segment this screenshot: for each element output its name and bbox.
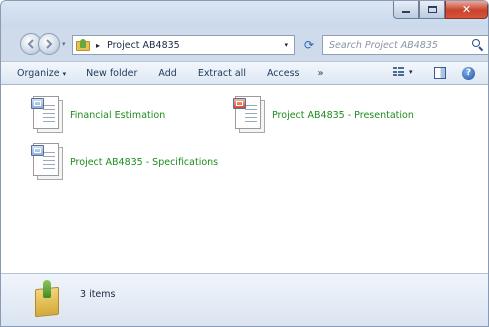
title-bar[interactable]: ✕ — [1, 1, 488, 27]
word-document-icon — [31, 143, 64, 181]
file-item[interactable]: Financial Estimation — [31, 96, 165, 134]
powerpoint-document-icon — [233, 96, 266, 134]
extract-all-button[interactable]: Extract all — [198, 68, 246, 79]
views-dropdown-icon[interactable]: ▾ — [409, 68, 413, 76]
refresh-icon: ⟳ — [303, 38, 315, 52]
close-button[interactable]: ✕ — [445, 1, 488, 19]
file-item[interactable]: Project AB4835 - Specifications — [31, 143, 218, 181]
preview-pane-icon[interactable] — [434, 67, 446, 79]
minimize-icon — [402, 11, 410, 13]
file-name[interactable]: Project AB4835 - Presentation — [272, 110, 414, 121]
file-name[interactable]: Financial Estimation — [70, 110, 165, 121]
file-list[interactable]: Financial Estimation Project AB4835 - Pr… — [1, 85, 488, 273]
address-dropdown-icon[interactable]: ▾ — [284, 41, 288, 49]
more-commands-button[interactable]: » — [318, 68, 324, 79]
forward-button[interactable] — [38, 33, 60, 55]
add-button[interactable]: Add — [158, 68, 176, 79]
word-document-icon — [31, 96, 64, 134]
search-input[interactable]: Search Project AB4835 — [329, 40, 438, 51]
file-item[interactable]: Project AB4835 - Presentation — [233, 96, 414, 134]
close-icon: ✕ — [461, 3, 472, 16]
maximize-icon — [427, 6, 437, 13]
new-folder-button[interactable]: New folder — [86, 68, 137, 79]
details-pane: 3 items — [1, 273, 488, 326]
address-bar[interactable]: ▸ Project AB4835 ▾ — [72, 35, 295, 55]
explorer-window: ✕ ▾ ▸ Project AB4835 ▾ ⟳ Search Project … — [0, 0, 489, 327]
forward-arrow-icon — [46, 39, 53, 49]
help-icon[interactable]: ? — [462, 67, 475, 80]
organize-button[interactable]: Organize ▾ — [17, 68, 66, 79]
access-button[interactable]: Access — [267, 68, 300, 79]
breadcrumb-project[interactable]: Project AB4835 — [107, 40, 180, 51]
caption-buttons: ✕ — [393, 1, 488, 19]
organize-label: Organize — [17, 67, 60, 79]
recent-pages-dropdown[interactable]: ▾ — [62, 40, 66, 48]
library-folder-icon — [76, 39, 90, 51]
item-count: 3 items — [80, 289, 116, 300]
breadcrumb-separator[interactable]: ▸ — [96, 41, 100, 50]
search-icon[interactable] — [472, 39, 484, 52]
file-name[interactable]: Project AB4835 - Specifications — [70, 157, 218, 168]
minimize-button[interactable] — [393, 1, 419, 19]
refresh-button[interactable]: ⟳ — [299, 35, 319, 55]
search-box[interactable]: Search Project AB4835 — [322, 35, 488, 55]
change-view-button[interactable]: ▾ — [393, 67, 413, 77]
chevron-down-icon: ▾ — [62, 69, 67, 78]
views-icon — [393, 67, 404, 77]
navigation-bar: ▾ ▸ Project AB4835 ▾ ⟳ Search Project AB… — [1, 31, 488, 59]
command-bar: Organize ▾ New folder Add Extract all Acc… — [1, 61, 488, 85]
maximize-button[interactable] — [419, 1, 445, 19]
library-folder-icon — [35, 280, 59, 318]
back-arrow-icon — [27, 39, 34, 49]
